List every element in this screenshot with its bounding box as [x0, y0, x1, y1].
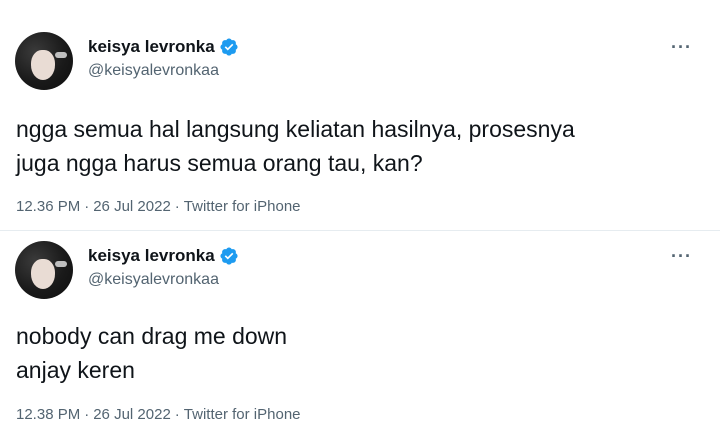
- handle[interactable]: @keisyalevronkaa: [88, 62, 219, 80]
- tweet-card[interactable]: keisya levronka @keisyalevronkaa ··· ngg…: [0, 0, 720, 230]
- tweet-date[interactable]: 26 Jul 2022: [93, 406, 171, 423]
- tweet-source[interactable]: Twitter for iPhone: [184, 406, 301, 423]
- tweet-text-line: anjay keren: [16, 357, 135, 383]
- display-name[interactable]: keisya levronka: [88, 246, 215, 266]
- meta-separator: ·: [174, 406, 180, 423]
- tweet-time[interactable]: 12.36 PM: [16, 198, 80, 215]
- more-horizontal-icon[interactable]: ···: [671, 38, 692, 56]
- tweet-text: ngga semua hal langsung keliatan hasilny…: [16, 112, 700, 180]
- tweet-source[interactable]: Twitter for iPhone: [184, 198, 301, 215]
- author-row: keisya levronka: [88, 37, 239, 57]
- tweet-meta: 12.36 PM · 26 Jul 2022 · Twitter for iPhone: [16, 198, 301, 215]
- tweet-meta: 12.38 PM · 26 Jul 2022 · Twitter for iPhone: [16, 406, 301, 423]
- meta-separator: ·: [84, 198, 90, 215]
- avatar-face: [31, 50, 55, 80]
- avatar[interactable]: [15, 32, 73, 90]
- tweet-card[interactable]: keisya levronka @keisyalevronkaa ··· nob…: [0, 230, 720, 437]
- tweet-text: nobody can drag me down anjay keren: [16, 319, 700, 387]
- verified-badge-icon: [220, 247, 238, 265]
- verified-badge-icon: [220, 38, 238, 56]
- avatar[interactable]: [15, 241, 73, 299]
- tweet-text-line: nobody can drag me down: [16, 323, 288, 349]
- avatar-detail: [55, 261, 67, 267]
- meta-separator: ·: [174, 198, 180, 215]
- avatar-detail: [55, 52, 67, 58]
- tweet-date[interactable]: 26 Jul 2022: [93, 198, 171, 215]
- display-name[interactable]: keisya levronka: [88, 37, 215, 57]
- tweet-text-line: juga ngga harus semua orang tau, kan?: [16, 150, 423, 176]
- more-horizontal-icon[interactable]: ···: [671, 247, 692, 265]
- meta-separator: ·: [84, 406, 90, 423]
- author-row: keisya levronka: [88, 246, 239, 266]
- tweet-text-line: ngga semua hal langsung keliatan hasilny…: [16, 116, 575, 142]
- avatar-face: [31, 259, 55, 289]
- tweet-time[interactable]: 12.38 PM: [16, 406, 80, 423]
- handle[interactable]: @keisyalevronkaa: [88, 271, 219, 289]
